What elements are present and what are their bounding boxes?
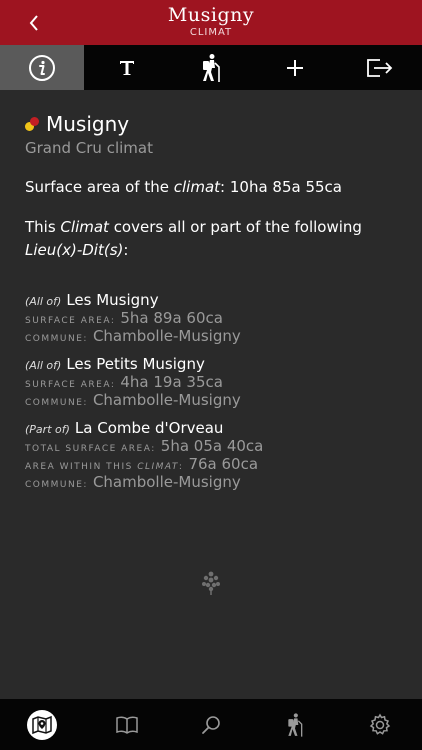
header-title-group: Musigny CLIMAT bbox=[0, 4, 422, 39]
climat-surface: Surface area of the climat: 10ha 85a 55c… bbox=[25, 178, 405, 196]
lieu-dit-item[interactable]: (Part of) La Combe d'Orveau Total surfac… bbox=[25, 419, 405, 491]
covers-part-2: covers all or part of the following bbox=[108, 218, 362, 236]
area-within-value: 76a 60ca bbox=[188, 455, 259, 473]
surface-label: Surface area: bbox=[25, 380, 116, 390]
lieu-commune: Commune: Chambolle-Musigny bbox=[25, 327, 405, 345]
hiker-icon bbox=[288, 712, 303, 737]
lieu-dit-item[interactable]: (All of) Les Musigny Surface area: 5ha 8… bbox=[25, 291, 405, 345]
area-within-label: Area within this climat: bbox=[25, 462, 183, 472]
climat-details: Musigny Grand Cru climat Surface area of… bbox=[25, 110, 405, 491]
lieu-surface: Surface area: 5ha 89a 60ca bbox=[25, 309, 405, 327]
page-title: Musigny bbox=[167, 4, 255, 26]
lieu-title: (Part of) La Combe d'Orveau bbox=[25, 419, 405, 437]
page-subtitle: CLIMAT bbox=[189, 27, 233, 38]
red-dot bbox=[30, 117, 39, 126]
grape-leaf-ornament-icon bbox=[202, 571, 220, 595]
plus-icon bbox=[287, 59, 304, 76]
commune-label: Commune: bbox=[25, 480, 88, 490]
nav-settings[interactable] bbox=[338, 699, 422, 750]
within-label-part-1: Area within this bbox=[25, 462, 138, 472]
covers-em: Climat bbox=[60, 218, 109, 236]
covers-text: This Climat covers all or part of the fo… bbox=[25, 216, 405, 262]
header-bar: Musigny CLIMAT bbox=[0, 0, 422, 45]
total-surface-label: Total surface area: bbox=[25, 444, 156, 454]
nav-search[interactable] bbox=[169, 699, 253, 750]
tab-info[interactable] bbox=[0, 45, 85, 90]
nav-map-active-indicator bbox=[27, 709, 58, 740]
share-icon bbox=[366, 58, 393, 77]
covers-em2: Lieu(x)-Dit(s) bbox=[25, 241, 124, 259]
within-label-em: climat bbox=[137, 462, 179, 472]
commune-value: Chambolle-Musigny bbox=[92, 473, 241, 491]
surface-value: 5ha 89a 60ca bbox=[120, 309, 223, 327]
lieu-qualifier: (Part of) bbox=[25, 423, 70, 436]
lieu-surface: Surface area: 4ha 19a 35ca bbox=[25, 373, 405, 391]
lieu-commune: Commune: Chambolle-Musigny bbox=[25, 391, 405, 409]
tab-hiking[interactable] bbox=[169, 45, 253, 90]
surface-em: climat bbox=[173, 178, 221, 196]
surface-value: : 10ha 85a 55ca bbox=[220, 178, 342, 196]
lieu-area-within: Area within this climat: 76a 60ca bbox=[25, 455, 405, 473]
lieu-name: La Combe d'Orveau bbox=[74, 419, 224, 437]
lieu-name: Les Petits Musigny bbox=[66, 355, 205, 373]
surface-value: 4ha 19a 35ca bbox=[120, 373, 223, 391]
lieu-total-surface: Total surface area: 5ha 05a 40ca bbox=[25, 437, 405, 455]
tab-text[interactable] bbox=[84, 45, 168, 90]
climat-name: Musigny bbox=[46, 112, 130, 136]
covers-part-3: : bbox=[123, 241, 129, 259]
lieu-dit-item[interactable]: (All of) Les Petits Musigny Surface area… bbox=[25, 355, 405, 409]
climat-classification: Grand Cru climat bbox=[25, 139, 153, 157]
commune-label: Commune: bbox=[25, 398, 88, 408]
map-pin-icon bbox=[32, 715, 52, 734]
surface-prefix: Surface area of the bbox=[25, 178, 174, 196]
commune-value: Chambolle-Musigny bbox=[92, 327, 241, 345]
covers-part-1: This bbox=[25, 218, 61, 236]
lieu-name: Les Musigny bbox=[66, 291, 159, 309]
nav-map[interactable] bbox=[0, 699, 84, 750]
nav-hiking[interactable] bbox=[253, 699, 337, 750]
within-label-part-2: : bbox=[178, 462, 184, 472]
lieu-title: (All of) Les Musigny bbox=[25, 291, 405, 309]
tab-share[interactable] bbox=[338, 45, 422, 90]
book-icon bbox=[115, 716, 138, 734]
classification-dots bbox=[25, 116, 41, 132]
bottom-nav bbox=[0, 699, 422, 750]
lieu-qualifier: (All of) bbox=[25, 295, 62, 308]
lieu-title: (All of) Les Petits Musigny bbox=[25, 355, 405, 373]
climat-name-row: Musigny bbox=[25, 110, 405, 138]
surface-label: Surface area: bbox=[25, 316, 116, 326]
search-icon bbox=[202, 715, 220, 734]
text-icon bbox=[119, 60, 134, 75]
total-surface-value: 5ha 05a 40ca bbox=[160, 437, 264, 455]
nav-book[interactable] bbox=[84, 699, 168, 750]
commune-label: Commune: bbox=[25, 334, 88, 344]
commune-value: Chambolle-Musigny bbox=[92, 391, 241, 409]
hiker-icon bbox=[203, 53, 220, 82]
gear-icon bbox=[369, 713, 391, 735]
toolbar bbox=[0, 45, 422, 90]
tab-add[interactable] bbox=[253, 45, 337, 90]
lieu-commune: Commune: Chambolle-Musigny bbox=[25, 473, 405, 491]
lieu-qualifier: (All of) bbox=[25, 359, 62, 372]
info-icon bbox=[29, 54, 56, 81]
